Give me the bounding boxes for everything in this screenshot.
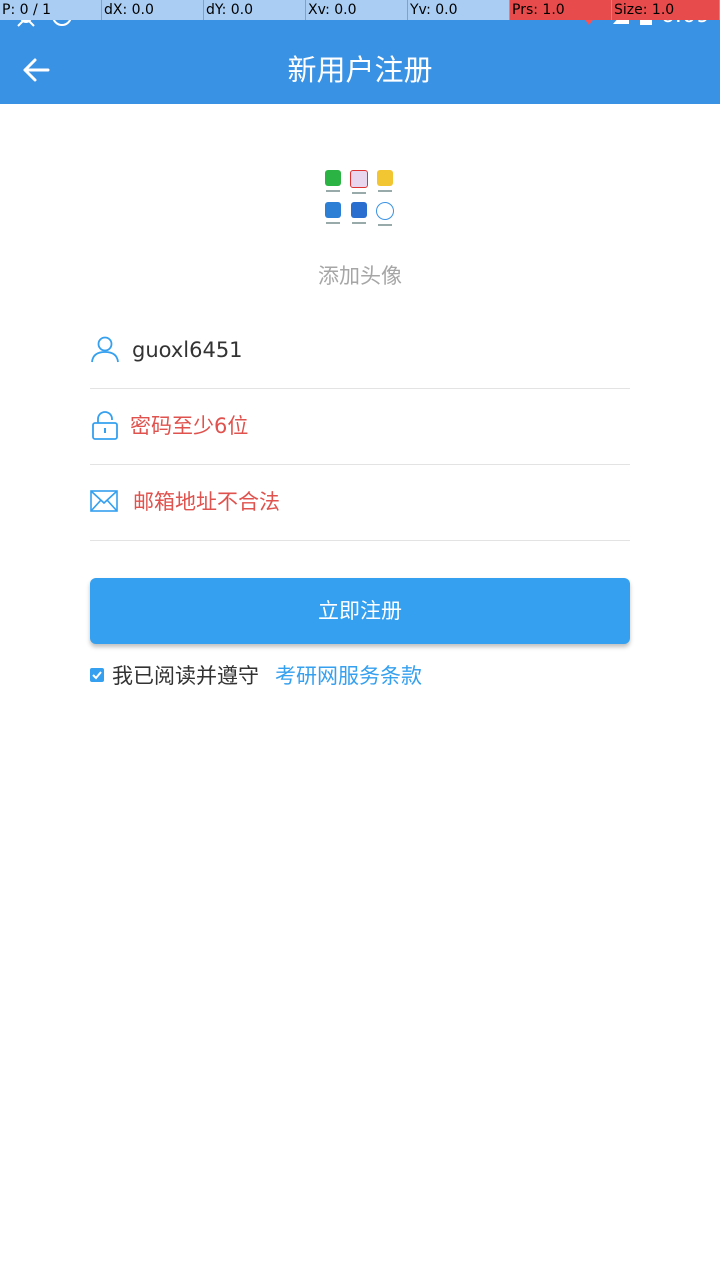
shield-icon [348,202,370,228]
terms-link[interactable]: 考研网服务条款 [275,660,422,690]
password-error[interactable]: 密码至少6位 [130,388,248,464]
map-icon [374,170,396,196]
user-icon [91,336,119,363]
wechat-icon [322,170,344,196]
add-avatar-label[interactable]: 添加头像 [0,260,720,290]
mail-icon [90,490,118,512]
email-field[interactable]: 邮箱地址不合法 [90,464,630,541]
register-button[interactable]: 立即注册 [90,578,630,644]
username-value[interactable]: guoxl6451 [132,312,243,388]
agree-checkbox[interactable] [90,668,104,682]
page-title: 新用户注册 [287,53,433,87]
lock-icon [92,411,118,440]
app-icon [348,170,370,196]
debug-size: Size: 1.0 [612,0,720,20]
pointer-debug-bar: P: 0 / 1 dX: 0.0 dY: 0.0 Xv: 0.0 Yv: 0.0… [0,0,720,20]
debug-p: P: 0 / 1 [0,0,102,20]
avatar-picker[interactable] [322,170,398,234]
debug-yv: Yv: 0.0 [408,0,510,20]
jd-icon [322,202,344,228]
debug-prs: Prs: 1.0 [510,0,612,20]
check-icon [92,671,102,680]
debug-dy: dY: 0.0 [204,0,306,20]
password-field[interactable]: 密码至少6位 [90,388,630,465]
debug-dx: dX: 0.0 [102,0,204,20]
app-icon [374,202,396,228]
email-error[interactable]: 邮箱地址不合法 [133,464,280,540]
debug-xv: Xv: 0.0 [306,0,408,20]
username-field[interactable]: guoxl6451 [90,312,630,389]
agreement-row: 我已阅读并遵守 考研网服务条款 [90,660,422,690]
agreement-text: 我已阅读并遵守 [112,664,259,688]
